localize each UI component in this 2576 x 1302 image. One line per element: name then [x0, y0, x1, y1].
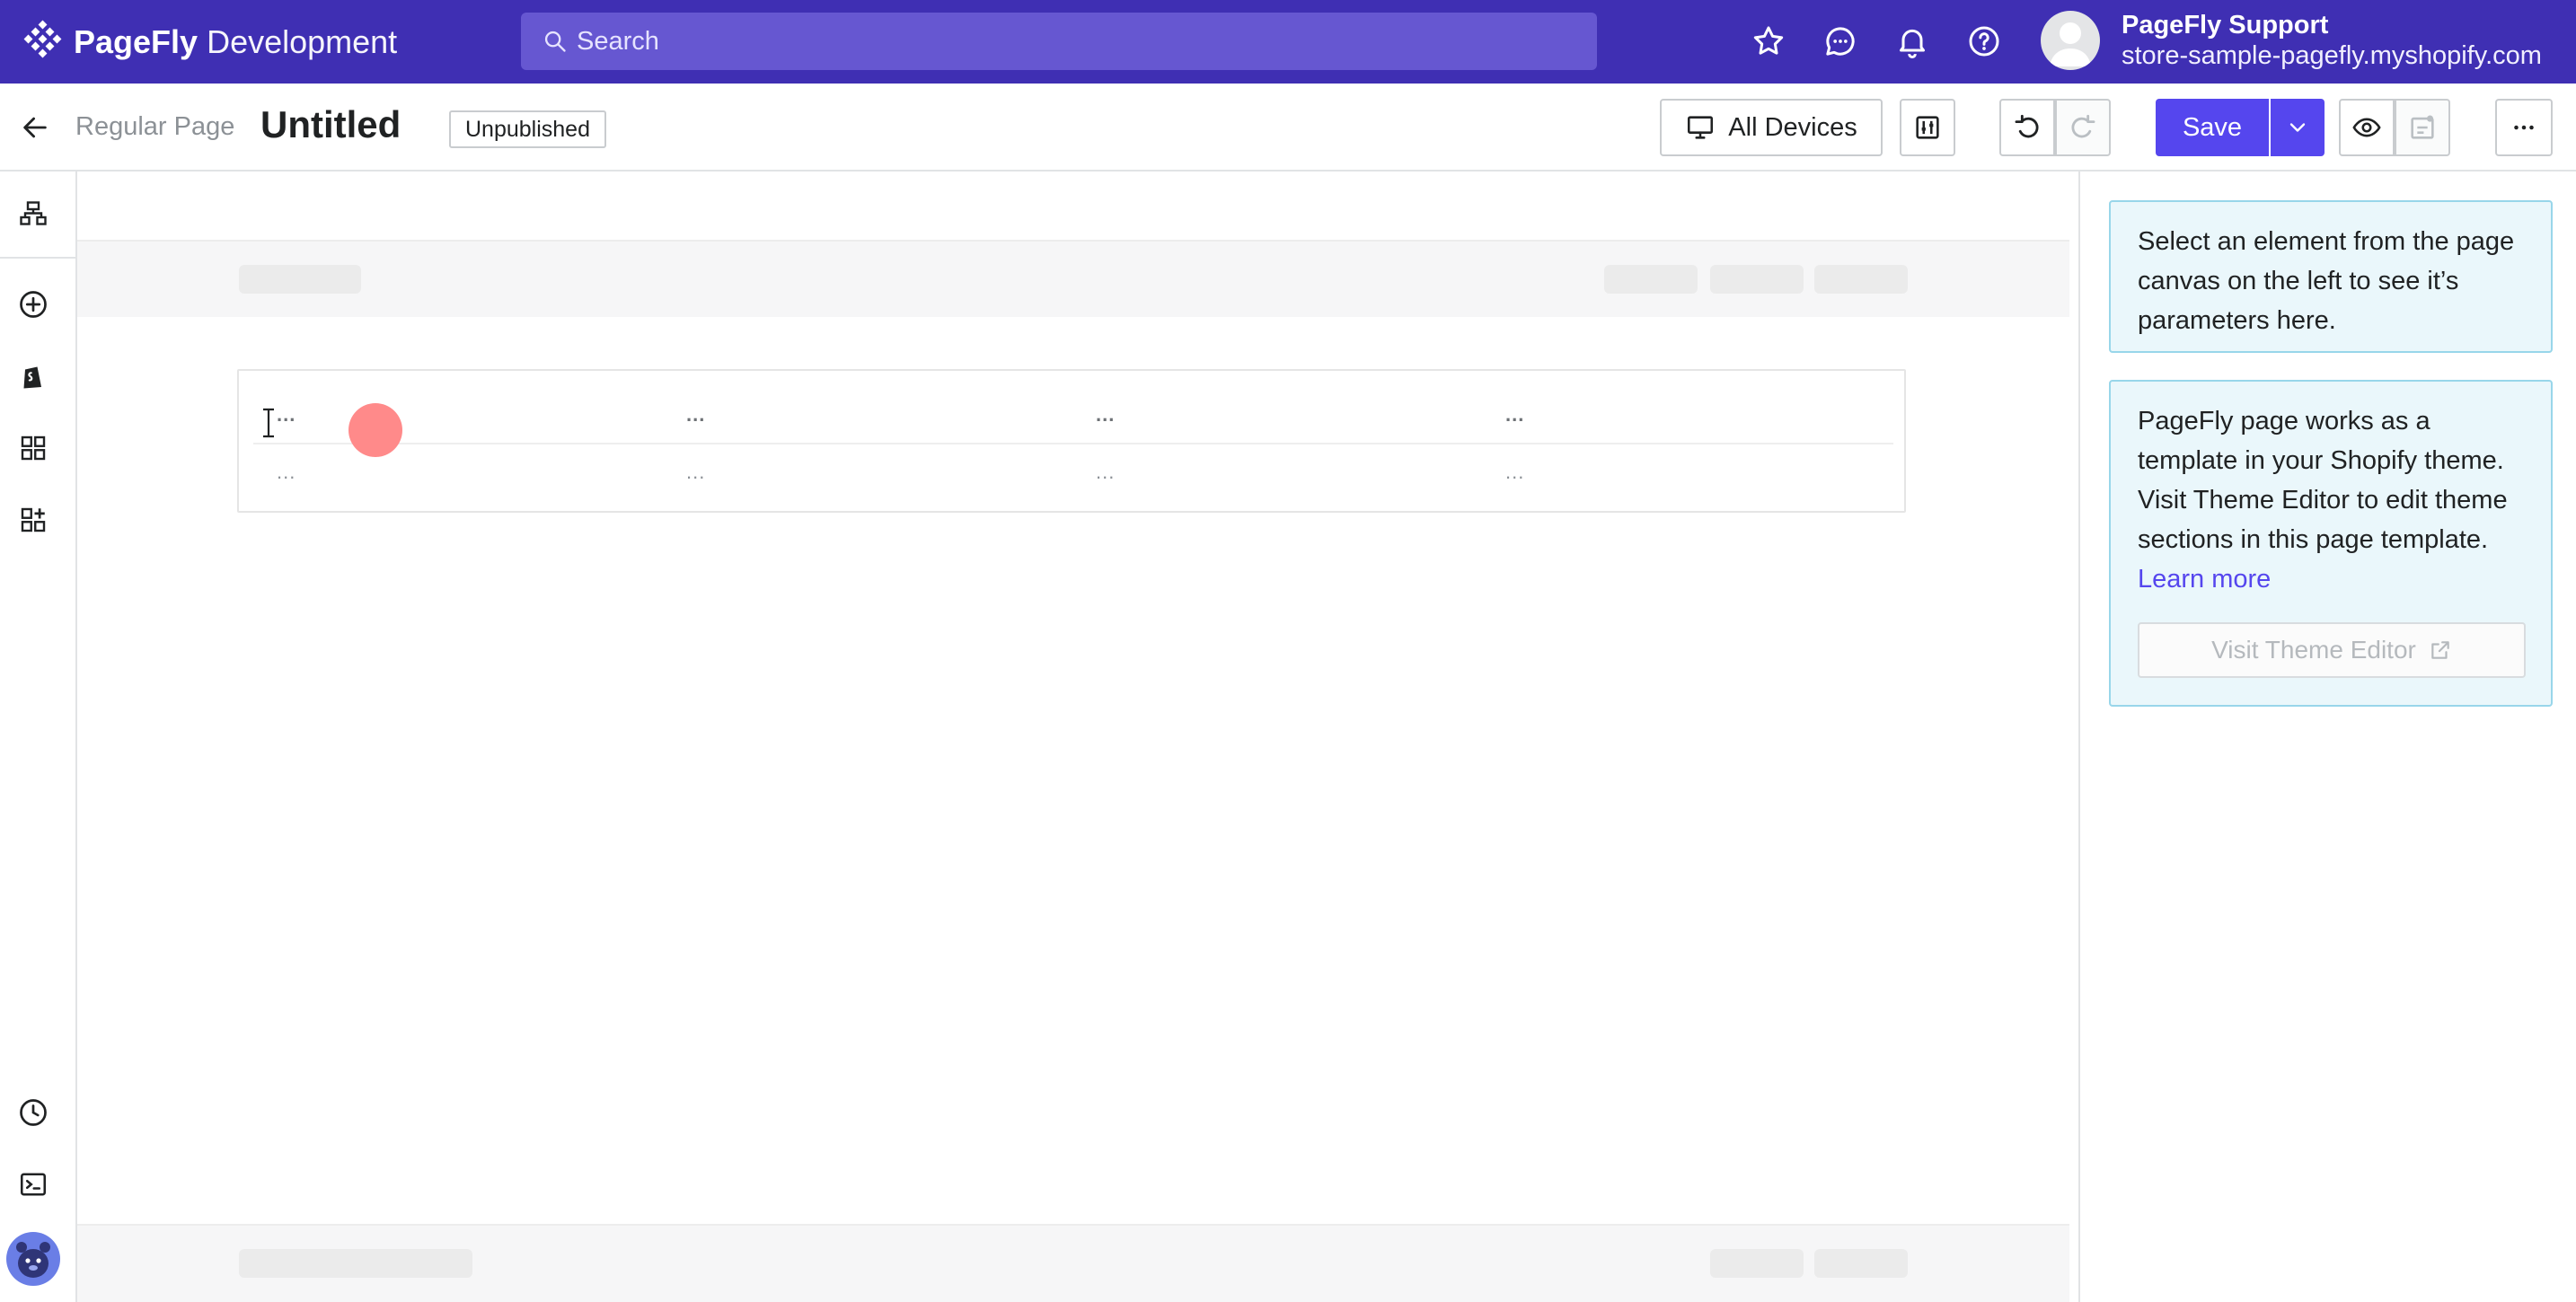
help-icon[interactable]: [1966, 23, 2002, 59]
learn-more-link[interactable]: Learn more: [2138, 559, 2524, 599]
table-cell[interactable]: ...: [277, 461, 296, 484]
header-placeholder: [77, 240, 2069, 317]
editor-toolbar: Regular Page Untitled Unpublished All De…: [0, 84, 2576, 172]
star-icon[interactable]: [1751, 23, 1786, 59]
grid-icon[interactable]: [17, 432, 49, 464]
mascot-avatar[interactable]: [5, 1231, 61, 1287]
table-header-cell[interactable]: ...: [1505, 403, 1524, 427]
desktop-icon: [1688, 116, 1714, 139]
user-name[interactable]: PageFly Support: [2122, 11, 2328, 40]
undo-button[interactable]: [1999, 99, 2055, 156]
table-header-cell[interactable]: ...: [686, 403, 705, 427]
visit-theme-editor-label: Visit Theme Editor: [2211, 636, 2416, 664]
table-header-cell[interactable]: ...: [1096, 403, 1115, 427]
sliders-icon: [1916, 116, 1939, 139]
footer-skeleton: [1814, 1249, 1908, 1278]
pagefly-logo-icon: [23, 20, 62, 58]
text-cursor-icon: [257, 407, 280, 439]
publish-icon: [2411, 115, 2434, 139]
store-domain: store-sample-pagefly.myshopify.com: [2122, 41, 2542, 70]
left-sidebar: [0, 172, 77, 1302]
history-icon[interactable]: [17, 1096, 49, 1129]
table-row-divider: [253, 443, 1893, 444]
external-link-icon: [2431, 641, 2449, 659]
save-dropdown-button[interactable]: [2271, 99, 2325, 156]
terminal-icon[interactable]: [17, 1168, 49, 1201]
layers-icon[interactable]: [17, 198, 49, 231]
top-bar: PageFly Development Search PageFly Suppo…: [0, 0, 2576, 84]
chevron-down-icon: [2289, 123, 2306, 132]
theme-info-box: PageFly page works as a template in your…: [2109, 380, 2553, 707]
table-cell[interactable]: ...: [1505, 461, 1524, 484]
footer-skeleton: [239, 1249, 472, 1278]
table-cell[interactable]: ...: [686, 461, 705, 484]
footer-placeholder: [77, 1224, 2069, 1302]
preview-button[interactable]: [2339, 99, 2395, 156]
inspector-panel: Select an element from the page canvas o…: [2080, 172, 2576, 1302]
click-indicator: [348, 403, 402, 457]
breadcrumb[interactable]: Regular Page: [75, 112, 234, 142]
nav-skeleton: [1814, 265, 1908, 294]
selection-hint-text: Select an element from the page canvas o…: [2138, 227, 2515, 335]
search-input[interactable]: Search: [521, 13, 1597, 70]
brand-name: PageFly Development: [74, 23, 398, 60]
back-arrow-icon[interactable]: [20, 112, 50, 143]
page-canvas[interactable]: ... ... ... ... ... ... ... ...: [77, 172, 2080, 1302]
avatar[interactable]: [2041, 11, 2100, 70]
eye-icon: [2352, 118, 2381, 137]
bell-icon[interactable]: [1894, 23, 1930, 59]
nav-skeleton: [1604, 265, 1698, 294]
theme-info-text: PageFly page works as a template in your…: [2138, 407, 2508, 554]
pagefly-logo[interactable]: PageFly Development: [20, 20, 397, 65]
device-selector-button[interactable]: All Devices: [1660, 99, 1883, 156]
search-icon: [544, 31, 566, 52]
undo-icon: [2015, 114, 2039, 138]
more-options-button[interactable]: [2495, 99, 2553, 156]
save-button[interactable]: Save: [2156, 99, 2269, 156]
logo-skeleton: [239, 265, 361, 294]
nav-skeleton: [1710, 265, 1804, 294]
device-selector-label: All Devices: [1728, 112, 1857, 142]
search-placeholder: Search: [577, 26, 659, 56]
table-cell[interactable]: ...: [1096, 461, 1115, 484]
publish-button[interactable]: [2395, 99, 2450, 156]
sidebar-divider: [0, 257, 75, 259]
footer-skeleton: [1710, 1249, 1804, 1278]
status-badge: Unpublished: [449, 110, 606, 148]
visit-theme-editor-button[interactable]: Visit Theme Editor: [2138, 622, 2526, 678]
selection-hint-box: Select an element from the page canvas o…: [2109, 200, 2553, 353]
more-horizontal-icon: [2514, 125, 2534, 130]
add-icon[interactable]: [17, 288, 49, 321]
table-element[interactable]: ... ... ... ... ... ... ... ...: [237, 369, 1906, 513]
shopify-icon[interactable]: [17, 360, 49, 392]
settings-button[interactable]: [1900, 99, 1955, 156]
chat-icon[interactable]: [1822, 23, 1858, 59]
add-section-icon[interactable]: [17, 504, 49, 536]
redo-button[interactable]: [2055, 99, 2111, 156]
page-title[interactable]: Untitled: [260, 103, 401, 146]
redo-icon: [2071, 114, 2095, 138]
